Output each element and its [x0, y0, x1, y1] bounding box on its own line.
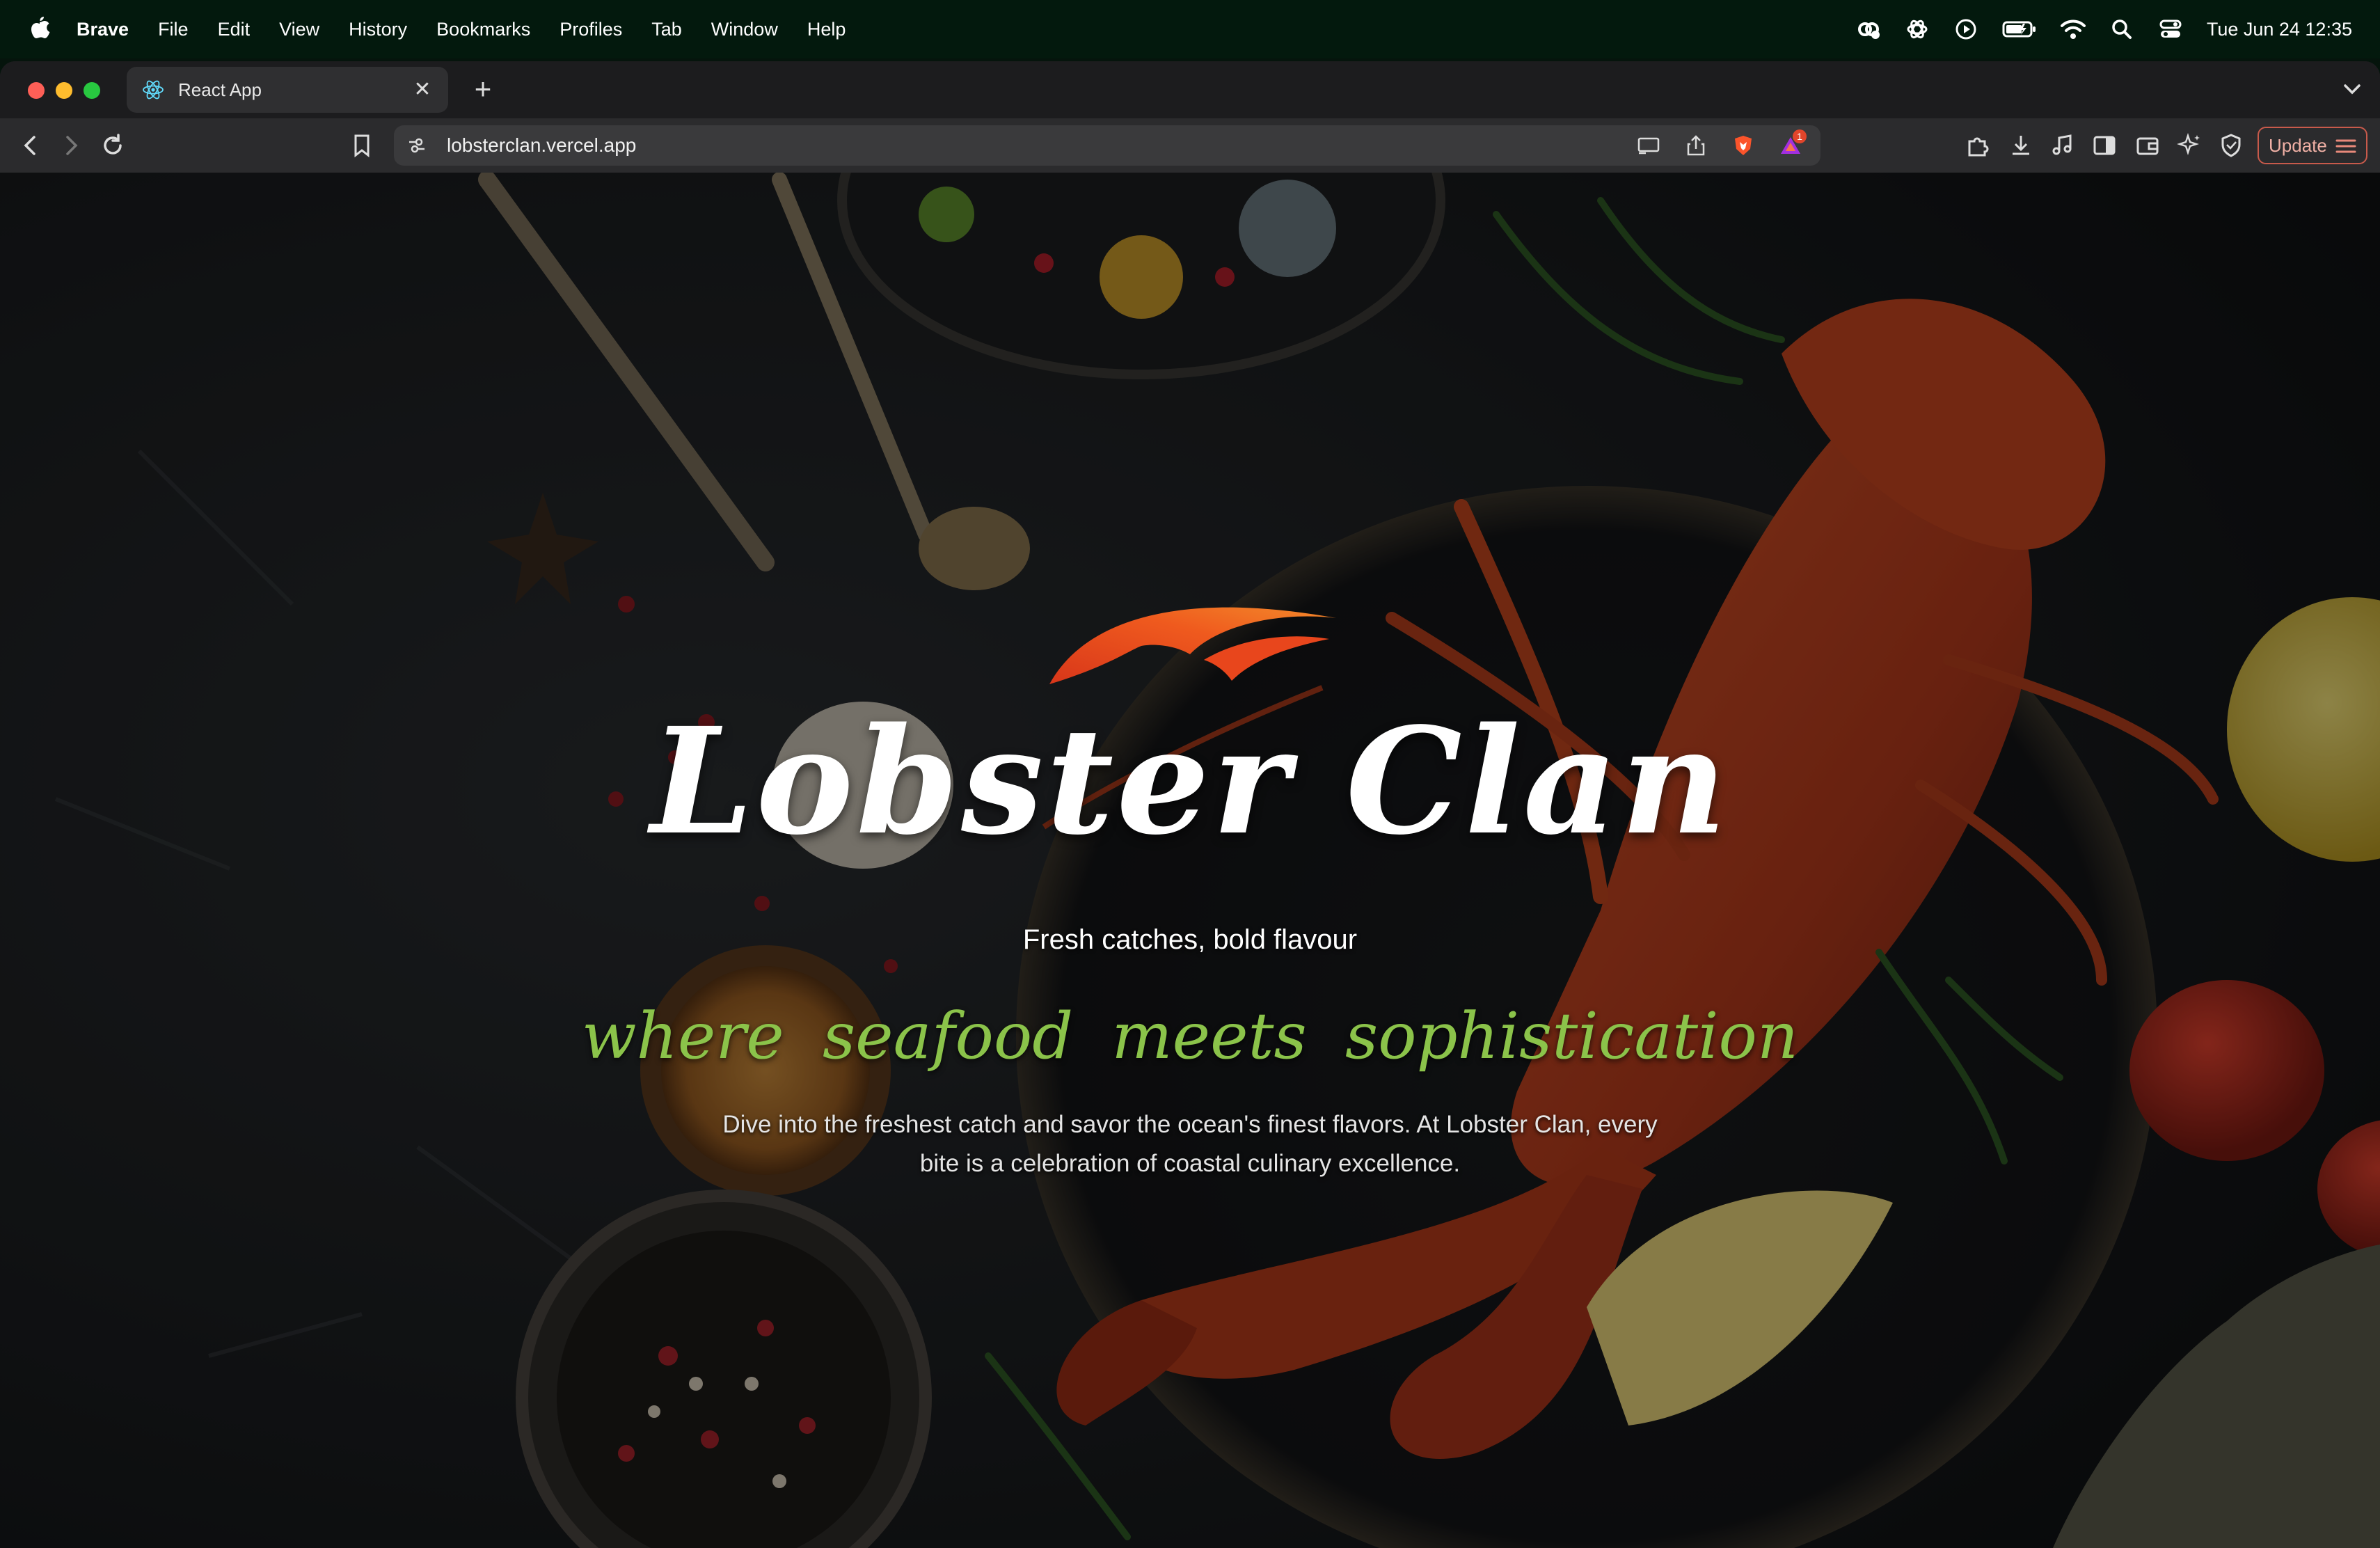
vpn-shield-icon[interactable]	[2217, 132, 2245, 159]
macos-menubar: Brave File Edit View History Bookmarks P…	[0, 0, 2380, 58]
brand-swoosh-logo-icon	[1049, 607, 1336, 684]
back-arrow-icon[interactable]	[17, 132, 45, 159]
download-icon[interactable]	[2007, 132, 2035, 159]
forward-arrow-icon[interactable]	[57, 132, 85, 159]
brave-shields-icon[interactable]	[1731, 134, 1755, 157]
new-tab-button[interactable]: +	[468, 71, 498, 107]
menu-app-name[interactable]: Brave	[77, 19, 129, 40]
url-text[interactable]: lobsterclan.vercel.app	[447, 134, 636, 157]
tab-close-icon[interactable]: ✕	[411, 78, 434, 102]
battery-icon[interactable]	[2002, 17, 2037, 42]
search-icon[interactable]	[2109, 17, 2134, 42]
bookmark-icon[interactable]	[348, 132, 376, 159]
wallet-icon[interactable]	[2134, 132, 2161, 159]
browser-toolbar: lobsterclan.vercel.app 1 Update	[0, 118, 2380, 173]
brand-title: Lobster Clan	[650, 695, 1730, 867]
play-icon[interactable]	[1953, 17, 1978, 42]
menu-file[interactable]: File	[158, 19, 189, 40]
menu-history[interactable]: History	[349, 19, 407, 40]
hero-section: Lobster Clan Fresh catches, bold flavour…	[0, 173, 2380, 1548]
rewards-notification-badge: 1	[1793, 129, 1807, 143]
cast-icon[interactable]	[1637, 134, 1660, 157]
menu-help[interactable]: Help	[807, 19, 846, 40]
openai-icon[interactable]	[1905, 17, 1930, 42]
menu-bookmarks[interactable]: Bookmarks	[436, 19, 530, 40]
webpage: Lobster Clan Fresh catches, bold flavour…	[0, 173, 2380, 1548]
menu-view[interactable]: View	[279, 19, 319, 40]
reload-icon[interactable]	[99, 132, 127, 159]
chevron-down-icon[interactable]	[2338, 75, 2366, 103]
creative-cloud-icon[interactable]	[1856, 17, 1881, 42]
site-settings-icon[interactable]	[406, 135, 427, 156]
tab-react-app[interactable]: React App ✕	[127, 67, 448, 113]
menu-tab[interactable]: Tab	[651, 19, 682, 40]
wifi-icon[interactable]	[2060, 17, 2086, 42]
leo-ai-icon[interactable]	[2175, 132, 2203, 159]
hero-subtitle: where seafood meets sophistication	[581, 999, 1799, 1073]
media-icon[interactable]	[2049, 132, 2077, 159]
menu-edit[interactable]: Edit	[218, 19, 251, 40]
sidebar-icon[interactable]	[2091, 132, 2118, 159]
address-bar[interactable]: lobsterclan.vercel.app 1	[394, 125, 1820, 166]
control-center-icon[interactable]	[2158, 17, 2183, 42]
zoom-window-button[interactable]	[84, 82, 100, 99]
minimize-window-button[interactable]	[56, 82, 72, 99]
update-button[interactable]: Update	[2258, 127, 2367, 164]
menu-window[interactable]: Window	[711, 19, 778, 40]
tab-title: React App	[178, 79, 262, 100]
apple-logo-icon[interactable]	[28, 15, 51, 43]
share-icon[interactable]	[1684, 134, 1708, 157]
hero-description: Dive into the freshest catch and savor t…	[722, 1111, 1658, 1177]
menu-profiles[interactable]: Profiles	[560, 19, 622, 40]
update-label: Update	[2269, 134, 2327, 156]
menu-icon	[2335, 139, 2356, 153]
brand-tagline: Fresh catches, bold flavour	[1022, 924, 1358, 955]
react-icon	[143, 80, 164, 100]
close-window-button[interactable]	[28, 82, 45, 99]
browser-window: React App ✕ + lobsterclan.vercel.app 1 U…	[0, 61, 2380, 1548]
extensions-icon[interactable]	[1964, 132, 1992, 159]
tab-bar: React App ✕ +	[0, 61, 2380, 118]
menubar-clock[interactable]: Tue Jun 24 12:35	[2207, 19, 2352, 40]
